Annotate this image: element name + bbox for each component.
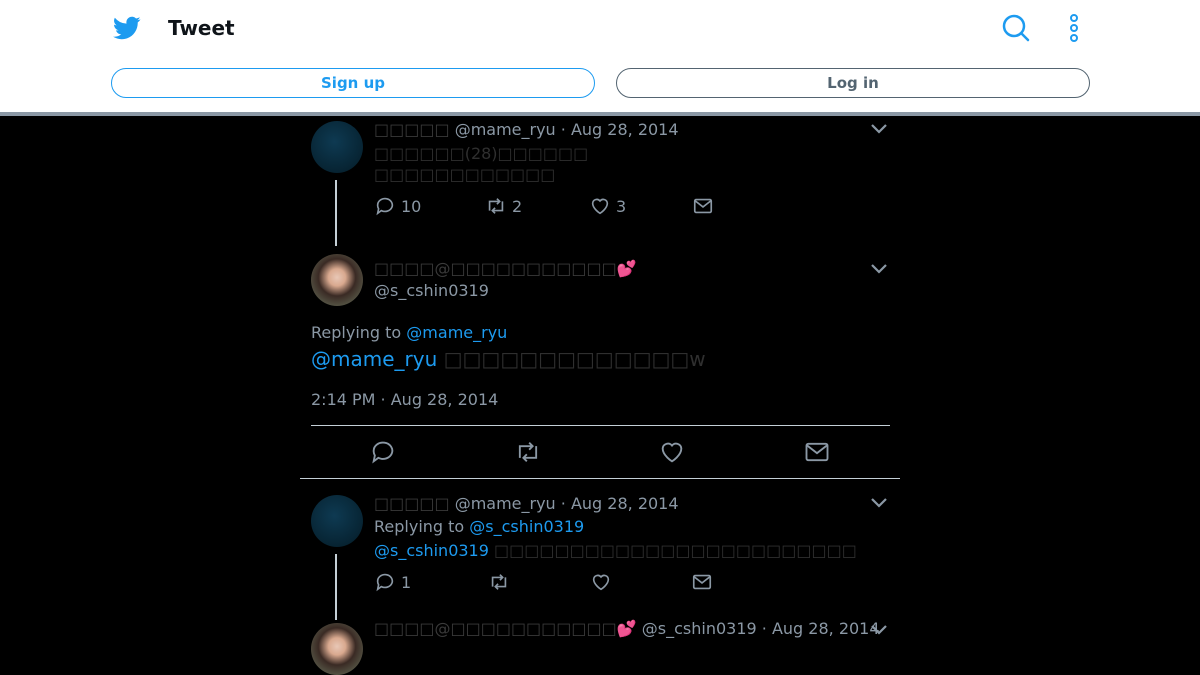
tweet-text: @mame_ryu □□□□□□□□□□□□□w — [311, 347, 706, 371]
retweet-button[interactable] — [514, 438, 542, 466]
avatar[interactable] — [311, 121, 363, 173]
retweet-icon — [491, 574, 507, 590]
page-title: Tweet — [168, 16, 235, 40]
like-button[interactable]: 3 — [589, 195, 626, 217]
like-button[interactable] — [658, 438, 686, 466]
share-button[interactable] — [803, 438, 831, 466]
reply-count: 1 — [401, 572, 412, 592]
mail-icon — [692, 574, 712, 590]
retweet-button[interactable] — [488, 571, 510, 593]
tweet-header: □□□□□ @mame_ryu · Aug 28, 2014 — [374, 494, 679, 513]
timestamp[interactable]: 2:14 PM · Aug 28, 2014 — [311, 390, 498, 409]
chevron-down-icon[interactable] — [870, 123, 888, 135]
twitter-bird-icon[interactable] — [113, 14, 141, 42]
like-button[interactable] — [590, 571, 612, 593]
handle-date[interactable]: @s_cshin0319 · Aug 28, 2014 — [642, 619, 880, 638]
avatar[interactable] — [311, 623, 363, 675]
retweet-icon — [518, 442, 538, 462]
heart-icon — [591, 198, 609, 215]
tweet-body: □□□□□□□□□□□□□w — [437, 347, 706, 371]
display-name[interactable]: □□□□□ — [374, 494, 450, 513]
reply-button[interactable] — [369, 438, 397, 466]
sign-up-button[interactable]: Sign up — [111, 68, 595, 98]
heart-icon — [661, 442, 683, 463]
tweet-text: @s_cshin0319 □□□□□□□□□□□□□□□□□□□□□□□□ — [374, 541, 857, 560]
tweet-header: □□□□@□□□□□□□□□□□💕 @s_cshin0319 · Aug 28,… — [374, 619, 880, 638]
tweet-text-line: □□□□□□(28)□□□□□□ — [374, 144, 589, 163]
reply-icon — [372, 441, 394, 464]
thread-line — [335, 554, 337, 620]
handle-date[interactable]: @mame_ryu · Aug 28, 2014 — [455, 494, 679, 513]
heart-emoji: 💕 — [616, 259, 637, 278]
mail-icon — [693, 198, 713, 214]
like-count: 3 — [616, 196, 627, 216]
divider — [311, 425, 890, 426]
reply-count: 10 — [401, 196, 422, 216]
share-button[interactable] — [692, 195, 714, 217]
tweet-author: □□□□@□□□□□□□□□□□💕 — [374, 259, 637, 278]
heart-emoji: 💕 — [616, 619, 637, 638]
handle-date[interactable]: @mame_ryu · Aug 28, 2014 — [455, 120, 679, 139]
retweet-button[interactable]: 2 — [485, 195, 522, 217]
display-name[interactable]: □□□□□ — [374, 120, 450, 139]
chevron-down-icon[interactable] — [870, 497, 888, 509]
header-divider — [0, 112, 1200, 116]
search-icon[interactable] — [1000, 12, 1032, 44]
replying-handle-link[interactable]: @s_cshin0319 — [469, 517, 584, 536]
top-bar: Tweet Sign up Log in — [0, 0, 1200, 113]
tweet-text-line: □□□□□□□□□□□□ — [374, 165, 556, 184]
chevron-down-icon[interactable] — [870, 624, 888, 636]
display-name[interactable]: □□□□@□□□□□□□□□□□ — [374, 259, 617, 278]
divider — [300, 478, 900, 479]
heart-icon — [592, 574, 610, 591]
display-name[interactable]: □□□□@□□□□□□□□□□□ — [374, 619, 617, 638]
replying-label: Replying to — [374, 517, 470, 536]
replying-to: Replying to @mame_ryu — [311, 323, 507, 342]
thread-line — [335, 180, 337, 246]
chevron-down-icon[interactable] — [870, 263, 888, 275]
replying-label: Replying to — [311, 323, 407, 342]
replying-handle-link[interactable]: @mame_ryu — [406, 323, 507, 342]
tweet-body: □□□□□□□□□□□□□□□□□□□□□□□□ — [488, 541, 857, 560]
handle[interactable]: @s_cshin0319 — [374, 281, 489, 300]
retweet-icon — [488, 198, 504, 214]
share-button[interactable] — [691, 571, 713, 593]
mention-link[interactable]: @mame_ryu — [311, 347, 437, 371]
tweet-header: □□□□□ @mame_ryu · Aug 28, 2014 — [374, 120, 679, 139]
avatar[interactable] — [311, 495, 363, 547]
reply-button[interactable]: 1 — [374, 571, 411, 593]
more-options-icon[interactable] — [1058, 12, 1090, 44]
reply-button[interactable]: 10 — [374, 195, 421, 217]
mail-icon — [805, 442, 829, 462]
mention-link[interactable]: @s_cshin0319 — [374, 541, 489, 560]
log-in-button[interactable]: Log in — [616, 68, 1090, 98]
reply-icon — [376, 573, 394, 592]
retweet-count: 2 — [512, 196, 523, 216]
replying-to: Replying to @s_cshin0319 — [374, 517, 584, 536]
reply-icon — [376, 197, 394, 216]
avatar[interactable] — [311, 254, 363, 306]
